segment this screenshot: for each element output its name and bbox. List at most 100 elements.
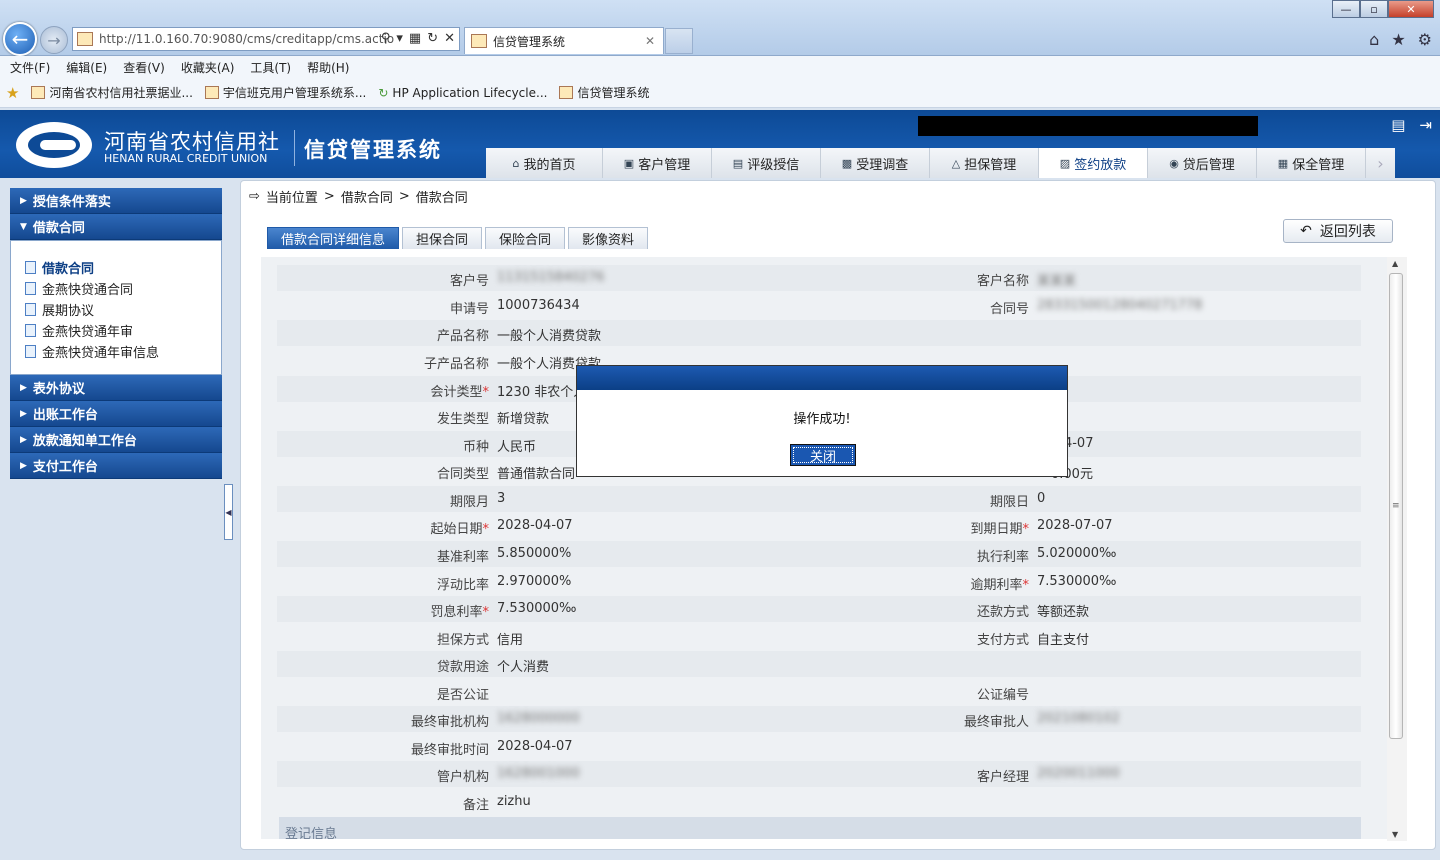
float-ratio-value: 2.970000%: [497, 574, 572, 589]
sidebar-item-annual-review[interactable]: 金燕快贷通年审: [25, 320, 221, 341]
favorites-star-icon[interactable]: ★: [1391, 30, 1405, 49]
sidebar-section-payment[interactable]: ▶ 支付工作台: [10, 453, 222, 479]
field-label: 会计类型*: [430, 385, 490, 400]
field-label: 合同号: [989, 302, 1029, 317]
tab-close-icon[interactable]: ✕: [645, 34, 655, 48]
final-time-value: 2028-04-07: [497, 739, 573, 754]
menu-file[interactable]: 文件(F): [10, 59, 50, 76]
menu-edit[interactable]: 编辑(E): [66, 59, 107, 76]
dialog-titlebar[interactable]: [577, 366, 1067, 390]
minimize-button[interactable]: —: [1332, 0, 1360, 18]
sidebar-collapse-handle[interactable]: ◀: [224, 484, 233, 540]
form-row: 最终审批时间 2028-04-07: [277, 734, 1361, 760]
sidebar-item-extension[interactable]: 展期协议: [25, 299, 221, 320]
field-label: 公证编号: [976, 688, 1029, 703]
dialog-close-button[interactable]: 关闭: [790, 444, 856, 466]
document-icon: [25, 261, 36, 274]
favorite-link[interactable]: 信贷管理系统: [559, 84, 649, 101]
field-label: 执行利率: [976, 550, 1029, 565]
monitor-icon[interactable]: ▤: [1391, 116, 1405, 134]
nav-preservation[interactable]: ▦ 保全管理: [1256, 148, 1365, 178]
scroll-up-icon[interactable]: ▲: [1392, 259, 1398, 268]
nav-contract[interactable]: ▨ 签约放款: [1038, 148, 1147, 178]
end-date-value: 2028-07-07: [1037, 518, 1113, 533]
field-label: 还款方式: [976, 605, 1029, 620]
page-icon: [31, 86, 46, 99]
breadcrumb: ⇨ 当前位置 > 借款合同 > 借款合同: [249, 189, 468, 206]
document-icon: [25, 324, 36, 337]
home-icon[interactable]: ⌂: [1369, 30, 1379, 49]
close-window-button[interactable]: ✕: [1388, 0, 1434, 18]
menu-tools[interactable]: 工具(T): [250, 59, 291, 76]
nav-customer[interactable]: ▣ 客户管理: [602, 148, 711, 178]
sidebar-submenu: 借款合同 金燕快贷通合同 展期协议 金燕快贷通年审 金燕快贷通年审信息: [10, 240, 222, 375]
tab-guarantee-contract[interactable]: 担保合同: [402, 227, 483, 249]
maximize-button[interactable]: ▫: [1360, 0, 1388, 18]
menu-help[interactable]: 帮助(H): [307, 59, 349, 76]
field-label: 客户名称: [976, 274, 1029, 289]
occur-type-value: 新增贷款: [497, 412, 550, 427]
term-month-value: 3: [497, 491, 506, 506]
sidebar-item-jinyan-contract[interactable]: 金燕快贷通合同: [25, 278, 221, 299]
arrow-left-icon: ←: [11, 27, 29, 51]
forward-button[interactable]: →: [40, 26, 68, 54]
form-row: 罚息利率* 7.530000‰ 还款方式 等额还款: [277, 596, 1361, 622]
settings-gear-icon[interactable]: ⚙: [1418, 30, 1432, 49]
sidebar-item-loan-contract[interactable]: 借款合同: [25, 257, 221, 278]
tab-image-files[interactable]: 影像资料: [568, 227, 649, 249]
dropdown-icon[interactable]: ▾: [396, 31, 403, 46]
new-tab-button[interactable]: [665, 28, 693, 54]
location-icon: ⇨: [249, 189, 260, 204]
nav-survey[interactable]: ▩ 受理调查: [820, 148, 929, 178]
favorites-star-icon[interactable]: ★: [6, 84, 19, 102]
required-mark: *: [482, 385, 490, 400]
address-bar[interactable]: http://11.0.160.70:9080/cms/creditapp/cm…: [72, 27, 460, 51]
field-label: 币种: [462, 440, 489, 455]
nav-home[interactable]: ⌂ 我的首页: [486, 148, 602, 178]
tab-favicon: [471, 34, 487, 48]
document-icon: [25, 345, 36, 358]
compat-view-icon[interactable]: ▦: [409, 31, 421, 46]
nav-rating[interactable]: ▤ 评级授信: [711, 148, 820, 178]
favorite-link[interactable]: 宇信班克用户管理系统系...: [204, 84, 366, 101]
field-label: 合同类型: [436, 467, 489, 482]
search-icon[interactable]: ⚲: [381, 31, 391, 46]
sidebar-section-loan-contract[interactable]: ▼ 借款合同: [10, 214, 222, 240]
mgr-org-value: 1628001000: [497, 766, 580, 781]
field-label: 客户号: [449, 274, 489, 289]
return-list-button[interactable]: ↶ 返回列表: [1283, 219, 1393, 243]
field-label: 备注: [462, 798, 489, 813]
cust-mgr-value: 2020011000: [1037, 766, 1120, 781]
field-label: 期限月: [449, 495, 489, 510]
menu-view[interactable]: 查看(V): [123, 59, 165, 76]
scroll-down-icon[interactable]: ▼: [1392, 830, 1398, 839]
nav-scroll-right-button[interactable]: ›: [1365, 148, 1395, 178]
menu-favorites[interactable]: 收藏夹(A): [181, 59, 235, 76]
form-row: 管户机构 1628001000 客户经理 2020011000: [277, 761, 1361, 787]
base-rate-value: 5.850000%: [497, 546, 572, 561]
arrow-right-icon: →: [47, 30, 61, 50]
sidebar-section-off-balance[interactable]: ▶ 表外协议: [10, 375, 222, 401]
nav-postloan[interactable]: ◉ 贷后管理: [1147, 148, 1256, 178]
tab-loan-contract-detail[interactable]: 借款合同详细信息: [267, 227, 400, 249]
final-approver-value: 2021080102: [1037, 711, 1120, 726]
guarantee-mode-value: 信用: [497, 633, 524, 648]
contract-icon: ▨: [1059, 156, 1071, 170]
back-button[interactable]: ←: [3, 22, 37, 56]
sidebar-item-annual-review-info[interactable]: 金燕快贷通年审信息: [25, 341, 221, 362]
refresh-icon[interactable]: ↻: [427, 31, 438, 46]
sidebar-section-credit-conditions[interactable]: ▶ 授信条件落实: [10, 188, 222, 214]
sidebar-section-notice[interactable]: ▶ 放款通知单工作台: [10, 427, 222, 453]
logout-icon[interactable]: ⇥: [1419, 116, 1432, 134]
vertical-scrollbar[interactable]: ▲ ≡ ▼: [1387, 257, 1407, 841]
field-label: 申请号: [449, 302, 489, 317]
redacted-block: [918, 116, 1258, 136]
browser-tab[interactable]: 信贷管理系统 ✕: [464, 27, 664, 54]
stop-icon[interactable]: ✕: [444, 31, 455, 46]
favorite-link[interactable]: ↻ HP Application Lifecycle...: [378, 86, 547, 100]
app-header: 河南省农村信用社 HENAN RURAL CREDIT UNION 信贷管理系统…: [0, 110, 1440, 178]
favorite-link[interactable]: 河南省农村信用社票据业...: [31, 84, 193, 101]
sidebar-section-disbursement[interactable]: ▶ 出账工作台: [10, 401, 222, 427]
tab-insurance-contract[interactable]: 保险合同: [485, 227, 566, 249]
nav-guarantee[interactable]: △ 担保管理: [929, 148, 1038, 178]
